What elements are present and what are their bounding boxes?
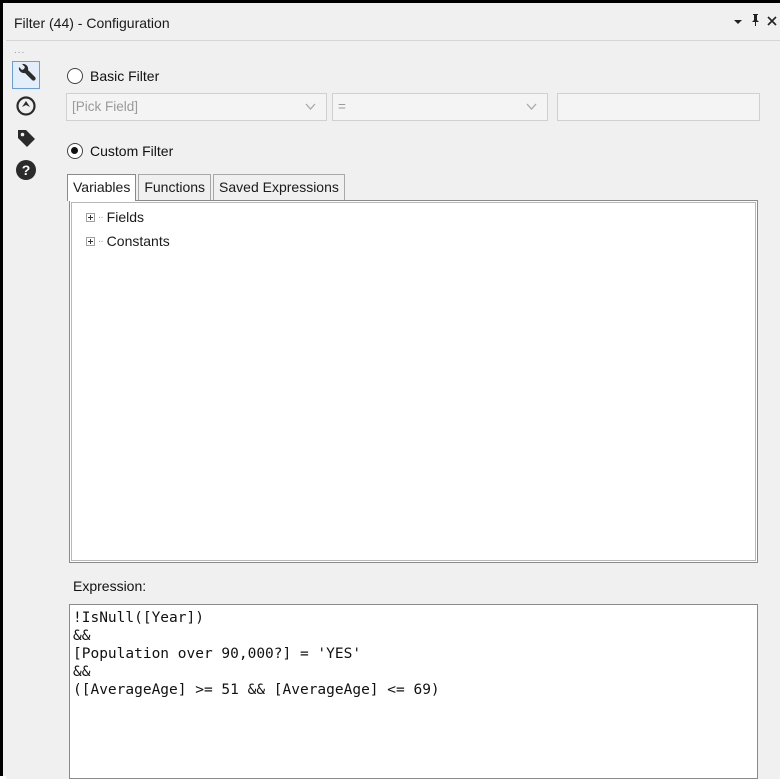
meta-info-tool-button[interactable]	[12, 125, 40, 153]
tree-item-label: Fields	[106, 209, 145, 225]
custom-filter-option[interactable]: Custom Filter	[67, 143, 173, 159]
custom-filter-label: Custom Filter	[90, 143, 174, 159]
tool-sidebar: ... ?	[6, 41, 50, 779]
expression-editor[interactable]: !IsNull([Year]) && [Population over 90,0…	[69, 604, 758, 779]
variables-tree-panel[interactable]: ·· Fields ·· Constants	[69, 200, 758, 563]
tab-functions[interactable]: Functions	[138, 174, 212, 200]
wrench-icon	[15, 63, 37, 88]
target-icon	[15, 95, 37, 120]
field-select-value: [Pick Field]	[72, 99, 139, 114]
close-icon[interactable]	[766, 13, 778, 31]
field-select[interactable]: [Pick Field]	[66, 93, 327, 121]
annotation-tool-button[interactable]	[12, 93, 40, 121]
sidebar-grip: ...	[14, 45, 26, 56]
tree-item-label: Constants	[106, 233, 170, 249]
expand-icon[interactable]	[86, 212, 95, 222]
variables-tree: ·· Fields ·· Constants	[71, 202, 756, 561]
expression-line: !IsNull([Year])	[73, 610, 204, 626]
tree-connector: ··	[98, 211, 104, 223]
operator-select[interactable]: =	[332, 93, 548, 121]
svg-text:?: ?	[22, 162, 31, 178]
configuration-tool-button[interactable]	[12, 61, 40, 89]
basic-filter-label: Basic Filter	[90, 68, 160, 84]
tree-connector: ··	[98, 235, 104, 247]
expression-line: &&	[73, 664, 91, 680]
expression-line: ([AverageAge] >= 51 && [AverageAge] <= 6…	[73, 682, 440, 698]
configuration-window: Filter (44) - Configuration ... ? Basic …	[0, 0, 780, 779]
tab-variables[interactable]: Variables	[67, 174, 137, 201]
tree-item-constants[interactable]: ·· Constants	[86, 233, 170, 249]
value-input[interactable]	[557, 93, 760, 121]
expression-label: Expression:	[73, 578, 147, 594]
expand-icon[interactable]	[86, 236, 95, 246]
pin-icon[interactable]	[750, 13, 761, 31]
basic-filter-option[interactable]: Basic Filter	[67, 68, 159, 84]
tab-saved-expressions[interactable]: Saved Expressions	[213, 174, 345, 200]
expression-line: &&	[73, 628, 91, 644]
basic-filter-radio[interactable]	[67, 68, 83, 84]
dropdown-arrow-icon[interactable]	[733, 13, 743, 31]
configuration-panel: Basic Filter [Pick Field] = Custom Filte…	[50, 41, 780, 779]
help-button[interactable]: ?	[12, 157, 40, 185]
tag-icon	[15, 127, 37, 152]
help-icon: ?	[15, 159, 37, 184]
expression-line: [Population over 90,000?] = 'YES'	[73, 646, 362, 662]
window-title: Filter (44) - Configuration	[14, 15, 170, 31]
custom-filter-radio[interactable]	[67, 143, 83, 159]
tree-item-fields[interactable]: ·· Fields	[86, 209, 144, 225]
title-bar: Filter (44) - Configuration	[6, 6, 780, 41]
chevron-down-icon	[305, 94, 316, 120]
chevron-down-icon	[526, 94, 537, 120]
operator-select-value: =	[338, 99, 346, 114]
expression-tabs: Variables Functions Saved Expressions	[67, 174, 347, 201]
